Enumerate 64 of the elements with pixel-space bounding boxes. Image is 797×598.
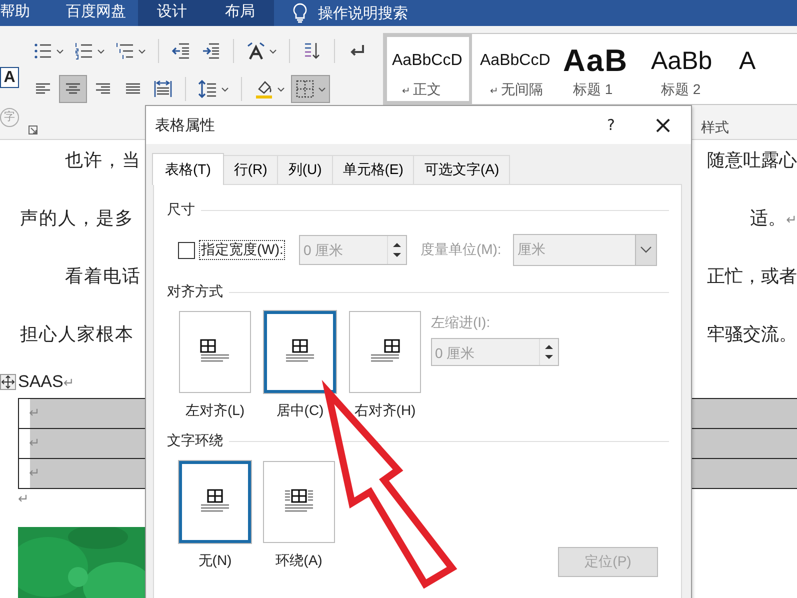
caret-icon bbox=[97, 48, 105, 54]
caret-icon bbox=[138, 48, 146, 54]
chevron-down-icon bbox=[640, 246, 652, 254]
indent-label: 左缩进(I): bbox=[431, 313, 492, 331]
paragraph-text: 声的人，是多 bbox=[19, 207, 134, 230]
paragraph-text: 牢骚交流。 bbox=[707, 323, 797, 346]
section-heading: 对齐方式 bbox=[167, 283, 223, 301]
checkbox[interactable] bbox=[178, 242, 195, 258]
bullets-icon bbox=[33, 41, 53, 61]
indent-icon bbox=[201, 41, 221, 61]
caret-icon bbox=[277, 86, 285, 92]
alignment-option[interactable] bbox=[179, 311, 251, 393]
checkbox-label[interactable]: 指定宽度(W): bbox=[199, 240, 286, 260]
paragraph-text: 正忙，或者 bbox=[707, 265, 797, 288]
line-spacing-icon bbox=[198, 79, 218, 99]
caret-icon bbox=[269, 48, 277, 54]
sort-icon bbox=[302, 41, 322, 61]
section-heading: 尺寸 bbox=[167, 201, 195, 219]
option-label: 左对齐(L) bbox=[185, 401, 245, 419]
wrapping-option[interactable] bbox=[263, 461, 335, 543]
paragraph-text: 担心人家根本 bbox=[19, 323, 134, 346]
borders-button[interactable] bbox=[291, 75, 330, 103]
dialog-tab[interactable]: 可选文字(A) bbox=[413, 155, 510, 184]
borders-icon bbox=[295, 79, 315, 99]
option-label: 右对齐(H) bbox=[354, 401, 416, 419]
table-caption: SAAS↵ bbox=[18, 372, 74, 392]
outdent-icon bbox=[171, 41, 191, 61]
option-label: 无(N) bbox=[198, 551, 232, 569]
paragraph-text: 适。↵ bbox=[750, 207, 797, 230]
paragraph-text: 看着电话 bbox=[64, 265, 141, 288]
close-button[interactable]: × bbox=[641, 107, 685, 143]
ribbon-tab[interactable]: 帮助 bbox=[0, 0, 42, 26]
paragraph-mark: ↵ bbox=[18, 492, 30, 509]
distributed-icon bbox=[153, 79, 173, 99]
alignment-option[interactable] bbox=[264, 311, 336, 393]
help-button[interactable]: ? bbox=[589, 107, 633, 143]
wrapping-option[interactable] bbox=[179, 461, 251, 543]
ribbon-tab[interactable]: 百度网盘 bbox=[54, 0, 138, 26]
ribbon-tab[interactable]: 布局 bbox=[206, 0, 274, 26]
option-label: 居中(C) bbox=[276, 401, 324, 419]
section-heading: 文字环绕 bbox=[167, 432, 223, 450]
character-border-button[interactable]: A bbox=[0, 67, 19, 88]
lightbulb-icon bbox=[292, 3, 308, 23]
ribbon-tab[interactable]: 设计 bbox=[138, 0, 206, 26]
align-center-button[interactable] bbox=[59, 75, 87, 103]
dialog-launcher-icon[interactable] bbox=[28, 125, 38, 135]
style-item[interactable]: AaBbCcD ↵ 正文 bbox=[384, 34, 472, 104]
shading-icon bbox=[254, 79, 274, 99]
unit-label: 度量单位(M): bbox=[420, 241, 502, 259]
search-field[interactable]: 操作说明搜索 bbox=[318, 4, 408, 22]
asian-layout-icon bbox=[246, 41, 266, 61]
multilevel-icon bbox=[115, 41, 135, 61]
alignment-option[interactable] bbox=[349, 311, 421, 393]
paragraph-text: 也许，当 bbox=[64, 149, 141, 172]
caret-icon bbox=[221, 86, 229, 92]
numbering-icon bbox=[74, 41, 94, 61]
move-handle-icon[interactable] bbox=[0, 374, 16, 390]
dialog-tab[interactable]: 表格(T) bbox=[152, 153, 224, 185]
group-label: 样式 bbox=[701, 119, 729, 137]
paragraph-text: 随意吐露心 bbox=[707, 149, 797, 172]
caret-icon bbox=[56, 48, 64, 54]
caret-icon bbox=[318, 86, 326, 92]
option-label: 环绕(A) bbox=[276, 551, 322, 569]
dialog-title: 表格属性 bbox=[155, 116, 216, 134]
